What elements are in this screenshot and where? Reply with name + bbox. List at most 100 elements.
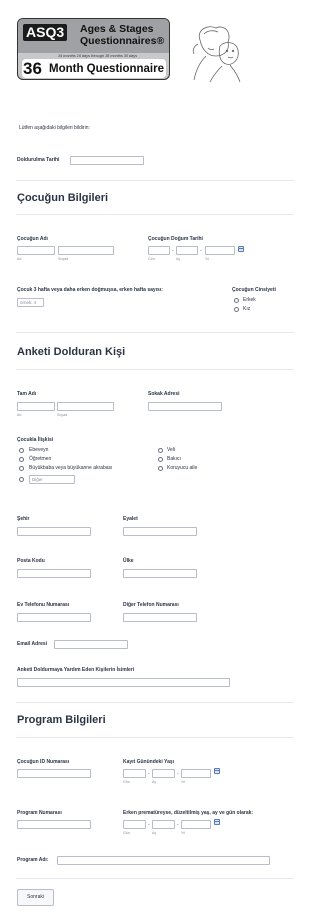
filler-fullname-label: Tam Adı — [17, 391, 37, 397]
child-last-name-input[interactable] — [58, 246, 114, 255]
filler-last-name-input[interactable] — [57, 402, 114, 411]
child-last-name-sublabel: Soyad — [58, 257, 69, 261]
child-first-name-input[interactable] — [17, 246, 55, 255]
home-phone-input[interactable] — [17, 613, 91, 622]
date-separator: - — [177, 771, 179, 777]
adjusted-year-sublabel: Yıl — [181, 831, 186, 835]
adjusted-age-label: Erken prematüreyse, düzeltilmiş yaş, ay … — [123, 810, 254, 816]
home-phone-label: Ev Telefonu Numarası — [17, 602, 70, 608]
other-phone-input[interactable] — [123, 613, 197, 622]
relation-other-input[interactable]: Diğer — [29, 475, 75, 484]
logo-age-range: 34 months 16 days through 38 months 30 d… — [58, 54, 138, 58]
date-separator: - — [148, 822, 150, 828]
relation-radio-foster[interactable] — [158, 466, 163, 471]
filler-section-title: Anketi Dolduran Kişi — [17, 346, 126, 358]
dob-month-sublabel: Ay — [176, 257, 181, 261]
program-number-input[interactable] — [17, 820, 91, 829]
dob-year-sublabel: Yıl — [205, 257, 210, 261]
child-name-label: Çocuğun Adı — [17, 236, 48, 242]
relation-radio-teacher[interactable] — [19, 457, 24, 462]
date-separator: - — [177, 822, 179, 828]
relation-option: Bakıcı — [167, 456, 181, 462]
street-address-label: Sokak Adresi — [148, 391, 180, 397]
adjusted-day-input[interactable] — [123, 820, 146, 829]
age-month-input[interactable] — [152, 769, 175, 778]
age-at-enrollment-label: Kayıt Günündeki Yaşı — [123, 759, 175, 765]
calendar-icon[interactable] — [214, 768, 220, 774]
dob-year-input[interactable] — [205, 246, 235, 255]
child-gender-label: Çocuğun Cinsiyeti — [232, 287, 276, 293]
section-divider — [16, 332, 294, 333]
fill-date-input[interactable] — [70, 156, 144, 165]
calendar-icon[interactable] — [214, 819, 220, 825]
filler-first-name-sublabel: Ad — [17, 413, 22, 417]
adjusted-day-sublabel: Gün — [123, 831, 130, 835]
child-first-name-sublabel: Ad — [17, 257, 22, 261]
city-input[interactable] — [17, 527, 91, 536]
street-address-input[interactable] — [148, 402, 222, 411]
age-year-input[interactable] — [181, 769, 211, 778]
email-label: Email Adresi — [17, 641, 48, 647]
gender-option-female: Kız — [243, 306, 251, 312]
section-divider — [16, 369, 294, 370]
calendar-icon[interactable] — [238, 246, 244, 252]
logo-month-title: Month Questionnaire — [49, 63, 164, 75]
gender-radio-male[interactable] — [234, 298, 239, 303]
logo-title-line2: Questionnaires® — [80, 35, 165, 47]
helpers-label: Anketi Doldurmaya Yardım Eden Kişilerin … — [17, 667, 135, 673]
program-number-label: Program Numarası — [17, 810, 62, 816]
relation-option: Öğretmen — [29, 456, 52, 462]
next-button[interactable]: Sonraki — [17, 889, 54, 906]
helpers-input[interactable] — [17, 678, 230, 687]
relation-option: Veli — [167, 447, 176, 453]
section-divider — [16, 702, 294, 703]
child-id-input[interactable] — [17, 769, 91, 778]
relation-option: Koruyucu aile — [167, 465, 198, 471]
section-divider — [16, 878, 294, 879]
logo-month-number: 36 — [23, 59, 42, 78]
parent-child-illustration — [192, 26, 241, 83]
preterm-weeks-input[interactable]: örnek: 4 — [17, 298, 44, 307]
country-label: Ülke — [123, 558, 134, 564]
relation-option: Ebeveyn — [29, 447, 49, 453]
relation-radio-guardian[interactable] — [158, 448, 163, 453]
relation-radio-caregiver[interactable] — [158, 457, 163, 462]
age-month-sublabel: Ay — [152, 780, 157, 784]
relation-option: Büyükbaba veya büyükanne akrabası — [29, 465, 113, 471]
filler-last-name-sublabel: Soyad — [57, 413, 68, 417]
gender-radio-female[interactable] — [234, 307, 239, 312]
relation-radio-parent[interactable] — [19, 448, 24, 453]
program-name-input[interactable] — [57, 856, 270, 865]
child-dob-label: Çocuğun Doğum Tarihi — [148, 236, 203, 242]
state-input[interactable] — [123, 527, 197, 536]
dob-month-input[interactable] — [176, 246, 198, 255]
child-id-label: Çocuğun ID Numarası — [17, 759, 70, 765]
program-name-label: Program Adı: — [17, 857, 49, 863]
fill-date-label: Doldurulma Tarihi — [17, 157, 60, 163]
date-separator: - — [148, 771, 150, 777]
preterm-weeks-label: Çocuk 3 hafta veya daha erken doğmuşsa, … — [17, 287, 163, 293]
city-label: Şehir — [17, 516, 30, 522]
zip-label: Posta Kodu — [17, 558, 45, 564]
adjusted-month-sublabel: Ay — [152, 831, 157, 835]
gender-option-male: Erkek — [243, 297, 256, 303]
country-input[interactable] — [123, 569, 197, 578]
filler-first-name-input[interactable] — [17, 402, 55, 411]
email-input[interactable] — [54, 640, 128, 649]
logo-title-line1: Ages & Stages — [80, 23, 154, 35]
logo-asq-mark: ASQ3 — [23, 24, 68, 41]
age-day-input[interactable] — [123, 769, 146, 778]
section-divider — [16, 737, 294, 738]
asq3-logo: ASQ3 Ages & Stages Questionnaires® 34 mo… — [17, 18, 170, 80]
zip-input[interactable] — [17, 569, 91, 578]
adjusted-year-input[interactable] — [181, 820, 211, 829]
dob-day-input[interactable] — [148, 246, 170, 255]
adjusted-month-input[interactable] — [152, 820, 175, 829]
relation-radio-grandparent[interactable] — [19, 466, 24, 471]
date-separator: - — [200, 248, 202, 254]
relation-radio-other[interactable] — [19, 477, 24, 482]
child-section-title: Çocuğun Bilgileri — [17, 192, 109, 204]
date-separator: - — [172, 248, 174, 254]
program-section-title: Program Bilgileri — [17, 714, 106, 726]
age-year-sublabel: Yıl — [181, 780, 186, 784]
